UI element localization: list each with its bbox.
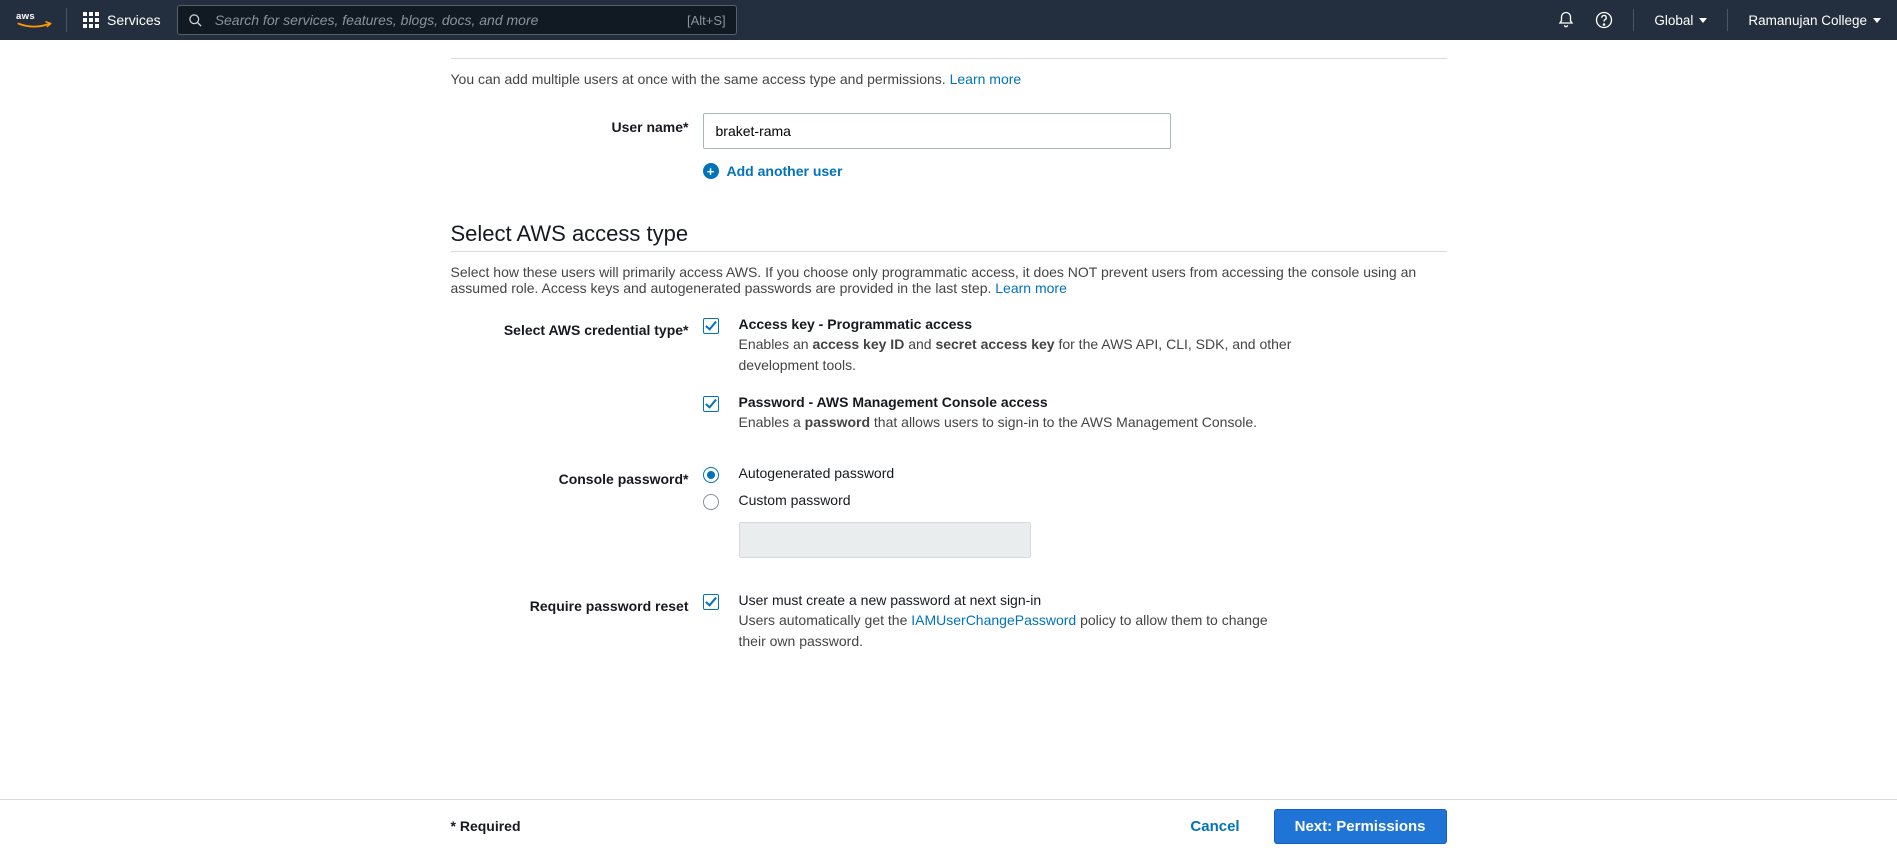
access-helper-text: Select how these users will primarily ac… — [451, 264, 1447, 296]
section-divider — [451, 251, 1447, 252]
add-another-user-label: Add another user — [727, 163, 843, 179]
learn-more-link-access[interactable]: Learn more — [995, 280, 1067, 296]
grid-icon — [83, 12, 99, 28]
cancel-button[interactable]: Cancel — [1184, 817, 1245, 836]
option-desc: Enables a password that allows users to … — [739, 412, 1299, 433]
search-shortcut-hint: [Alt+S] — [687, 13, 726, 28]
help-button[interactable] — [1595, 11, 1613, 29]
iam-policy-link[interactable]: IAMUserChangePassword — [911, 612, 1076, 628]
learn-more-link-users[interactable]: Learn more — [950, 71, 1022, 87]
username-label: User name* — [451, 113, 703, 135]
search-icon — [188, 13, 203, 28]
add-another-user-button[interactable]: + Add another user — [703, 163, 843, 179]
console-pw-option-custom: Custom password — [703, 492, 1447, 558]
reset-line2: Users automatically get the IAMUserChang… — [739, 610, 1299, 652]
field-username: User name* + Add another user — [451, 113, 1447, 179]
option-desc: Enables an access key ID and secret acce… — [739, 334, 1299, 376]
option-title: Access key - Programmatic access — [739, 316, 1299, 332]
wizard-footer: * Required Cancel Next: Permissions — [0, 799, 1897, 852]
region-label: Global — [1654, 13, 1693, 28]
search-input[interactable] — [213, 11, 677, 29]
radio-label: Autogenerated password — [739, 465, 1299, 481]
require-password-reset-option: User must create a new password at next … — [703, 592, 1447, 652]
nav-divider — [1727, 9, 1728, 31]
helper-text: You can add multiple users at once with … — [451, 71, 950, 87]
chevron-down-icon — [1873, 18, 1881, 23]
top-nav: aws Services [Alt+S] — [0, 0, 1897, 40]
help-icon — [1595, 11, 1613, 29]
checkbox-access-key[interactable] — [703, 318, 719, 334]
custom-password-input-disabled — [739, 522, 1031, 558]
require-password-reset-label: Require password reset — [451, 592, 703, 614]
chevron-down-icon — [1699, 18, 1707, 23]
console-password-label: Console password* — [451, 465, 703, 487]
credential-option-access-key: Access key - Programmatic access Enables… — [703, 316, 1447, 376]
checkbox-require-password-reset[interactable] — [703, 594, 719, 610]
nav-right-cluster: Global Ramanujan College — [1557, 9, 1881, 31]
credential-type-label: Select AWS credential type* — [451, 316, 703, 338]
svg-text:aws: aws — [16, 11, 35, 22]
option-title: Password - AWS Management Console access — [739, 394, 1299, 410]
plus-circle-icon: + — [703, 163, 719, 179]
account-selector[interactable]: Ramanujan College — [1748, 13, 1881, 28]
username-input[interactable] — [703, 113, 1171, 149]
aws-logo[interactable]: aws — [16, 8, 67, 32]
aws-logo-icon: aws — [16, 9, 52, 31]
global-search[interactable]: [Alt+S] — [177, 5, 737, 35]
services-menu-button[interactable]: Services — [83, 12, 161, 28]
credential-option-password: Password - AWS Management Console access… — [703, 394, 1447, 433]
services-label: Services — [107, 12, 161, 28]
radio-label: Custom password — [739, 492, 1299, 508]
field-require-password-reset: Require password reset User must create … — [451, 592, 1447, 670]
field-console-password: Console password* Autogenerated password… — [451, 465, 1447, 558]
region-selector[interactable]: Global — [1654, 13, 1707, 28]
next-permissions-button[interactable]: Next: Permissions — [1274, 809, 1447, 844]
required-fields-note: * Required — [451, 818, 521, 834]
helper-text: Select how these users will primarily ac… — [451, 264, 1417, 296]
notifications-button[interactable] — [1557, 11, 1575, 29]
checkbox-password[interactable] — [703, 396, 719, 412]
users-helper-text: You can add multiple users at once with … — [451, 71, 1447, 87]
field-credential-type: Select AWS credential type* Access key -… — [451, 316, 1447, 451]
account-label: Ramanujan College — [1748, 13, 1867, 28]
bell-icon — [1557, 11, 1575, 29]
section-title-access-type: Select AWS access type — [451, 221, 1447, 247]
radio-custom-password[interactable] — [703, 494, 719, 510]
nav-divider — [1633, 9, 1634, 31]
console-pw-option-auto: Autogenerated password — [703, 465, 1447, 486]
reset-line1: User must create a new password at next … — [739, 592, 1299, 608]
main-content: You can add multiple users at once with … — [451, 40, 1447, 774]
section-divider — [451, 58, 1447, 59]
radio-autogenerated-password[interactable] — [703, 467, 719, 483]
